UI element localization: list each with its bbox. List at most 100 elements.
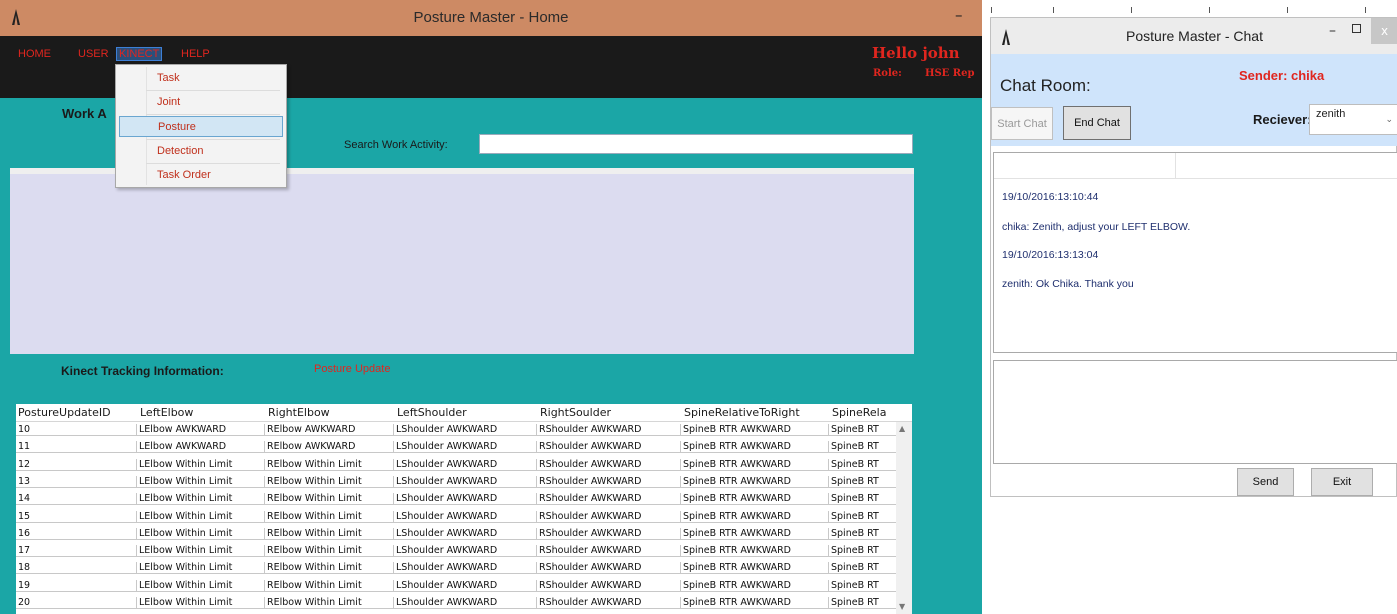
table-cell: RShoulder AWKWARD (536, 579, 680, 592)
close-button[interactable]: x (1371, 18, 1397, 44)
menu-item-task[interactable]: Task (119, 68, 283, 89)
message-timestamp: 19/10/2016:13:10:44 (1002, 191, 1099, 203)
minimize-button[interactable]: – (955, 6, 963, 24)
table-cell: SpineB RTR AWKWARD (680, 441, 828, 454)
greeting: Hello john (872, 44, 960, 62)
scroll-up-icon[interactable]: ▲ (899, 424, 905, 433)
menu-item-task-order[interactable]: Task Order (119, 165, 283, 186)
tick (1209, 7, 1210, 13)
role-value: HSE Rep (925, 68, 975, 79)
home-titlebar[interactable]: Posture Master - Home – (0, 0, 982, 36)
table-cell: LElbow Within Limit (136, 579, 264, 592)
table-cell: SpineB RTR AWKWARD (680, 458, 828, 471)
chat-window-title: Posture Master - Chat (1126, 28, 1263, 44)
col-header[interactable]: LeftShoulder (397, 406, 467, 419)
table-cell: RShoulder AWKWARD (536, 493, 680, 506)
end-chat-button[interactable]: End Chat (1063, 106, 1131, 140)
table-cell: LElbow Within Limit (136, 493, 264, 506)
table-cell: RElbow Within Limit (264, 475, 393, 488)
search-input[interactable] (479, 134, 913, 154)
menu-item-detection[interactable]: Detection (119, 141, 283, 162)
menu-user[interactable]: USER (78, 48, 109, 60)
col-header[interactable]: SpineRelativeToRight (684, 406, 800, 419)
table-cell: 11 (16, 441, 136, 454)
table-row[interactable]: 16 LElbow Within Limit RElbow Within Limit… (16, 527, 912, 540)
table-cell: LShoulder AWKWARD (393, 441, 536, 454)
table-row[interactable]: 13 LElbow Within Limit RElbow Within Limit… (16, 475, 912, 488)
menu-home[interactable]: HOME (18, 48, 51, 60)
table-cell: RElbow Within Limit (264, 562, 393, 575)
table-cell: RShoulder AWKWARD (536, 441, 680, 454)
table-cell: LShoulder AWKWARD (393, 579, 536, 592)
message-list[interactable]: 19/10/2016:13:10:44 chika: Zenith, adjus… (993, 152, 1397, 353)
table-row[interactable]: 19 LElbow Within Limit RElbow Within Limit… (16, 579, 912, 592)
table-cell: 18 (16, 562, 136, 575)
menu-item-joint[interactable]: Joint (119, 92, 283, 113)
table-row[interactable]: 10 LElbow AWKWARD RElbow AWKWARD LShoulder … (16, 424, 912, 436)
table-cell: SpineB RTR AWKWARD (680, 510, 828, 523)
table-cell: SpineB RTR AWKWARD (680, 562, 828, 575)
minimize-button[interactable]: – (1329, 23, 1336, 39)
menu-kinect[interactable]: KINECT (116, 47, 163, 61)
col-header[interactable]: RightElbow (268, 406, 330, 419)
search-label: Search Work Activity: (344, 139, 448, 151)
table-cell: LElbow Within Limit (136, 545, 264, 558)
send-button[interactable]: Send (1237, 468, 1294, 496)
menu-separator (146, 90, 280, 91)
table-cell: SpineB RT (828, 562, 896, 575)
table-cell: SpineB RT (828, 510, 896, 523)
table-row[interactable]: 11 LElbow AWKWARD RElbow AWKWARD LShoulder … (16, 441, 912, 454)
table-cell: SpineB RT (828, 527, 896, 540)
table-row[interactable]: 14 LElbow Within Limit RElbow Within Limit… (16, 493, 912, 506)
role-label: Role: (873, 68, 902, 79)
menu-help[interactable]: HELP (181, 48, 210, 60)
menu-separator (146, 163, 280, 164)
table-cell: SpineB RT (828, 597, 896, 609)
home-window-title: Posture Master - Home (413, 9, 569, 26)
table-row[interactable]: 17 LElbow Within Limit RElbow Within Limit… (16, 545, 912, 558)
reciever-select[interactable]: zenith ⌄ (1309, 104, 1397, 135)
col-header[interactable]: RightSoulder (540, 406, 611, 419)
sender-label: Sender: chika (1239, 68, 1325, 83)
table-row[interactable]: 12 LElbow Within Limit RElbow Within Limit… (16, 458, 912, 471)
tracking-status: Posture Update (314, 363, 391, 375)
grid-scrollbar[interactable]: ▲ ▼ (896, 422, 912, 614)
table-cell: LElbow Within Limit (136, 562, 264, 575)
table-cell: 17 (16, 545, 136, 558)
col-header[interactable]: PostureUpdateID (18, 406, 111, 419)
tick (1131, 7, 1132, 13)
table-cell: SpineB RT (828, 579, 896, 592)
table-cell: RShoulder AWKWARD (536, 475, 680, 488)
table-cell: RShoulder AWKWARD (536, 527, 680, 540)
table-row[interactable]: 15 LElbow Within Limit RElbow Within Limit… (16, 510, 912, 523)
tick (1053, 7, 1054, 13)
start-chat-button[interactable]: Start Chat (991, 107, 1053, 140)
desktop: Posture Master - Home – HOME USER KINECT… (0, 0, 1397, 614)
background-ruler (990, 0, 1397, 17)
table-row[interactable]: 18 LElbow Within Limit RElbow Within Limit… (16, 562, 912, 575)
menu-item-posture[interactable]: Posture (119, 116, 283, 137)
chat-titlebar[interactable]: Posture Master - Chat – x (991, 18, 1397, 54)
col-header[interactable]: LeftElbow (140, 406, 193, 419)
table-cell: RElbow Within Limit (264, 458, 393, 471)
table-cell: 12 (16, 459, 136, 471)
exit-button[interactable]: Exit (1311, 468, 1373, 496)
table-cell: RElbow Within Limit (264, 545, 393, 558)
scroll-down-icon[interactable]: ▼ (899, 602, 905, 611)
table-cell: RShoulder AWKWARD (536, 510, 680, 523)
table-cell: LShoulder AWKWARD (393, 562, 536, 575)
table-cell: 19 (16, 580, 136, 592)
compose-textarea[interactable] (993, 360, 1397, 464)
chevron-down-icon[interactable]: ⌄ (1385, 114, 1393, 125)
table-cell: LShoulder AWKWARD (393, 424, 536, 436)
table-cell: RElbow Within Limit (264, 510, 393, 523)
maximize-button[interactable] (1352, 24, 1361, 33)
table-row[interactable]: 20 LElbow Within Limit RElbow Within Limit… (16, 597, 912, 609)
col-header[interactable]: SpineRela (832, 406, 886, 419)
table-cell: LShoulder AWKWARD (393, 545, 536, 558)
table-cell: RShoulder AWKWARD (536, 597, 680, 609)
table-cell: LElbow Within Limit (136, 510, 264, 523)
table-cell: SpineB RTR AWKWARD (680, 579, 828, 592)
table-cell: SpineB RT (828, 458, 896, 471)
grid-header: PostureUpdateID LeftElbow RightElbow Lef… (16, 404, 912, 422)
